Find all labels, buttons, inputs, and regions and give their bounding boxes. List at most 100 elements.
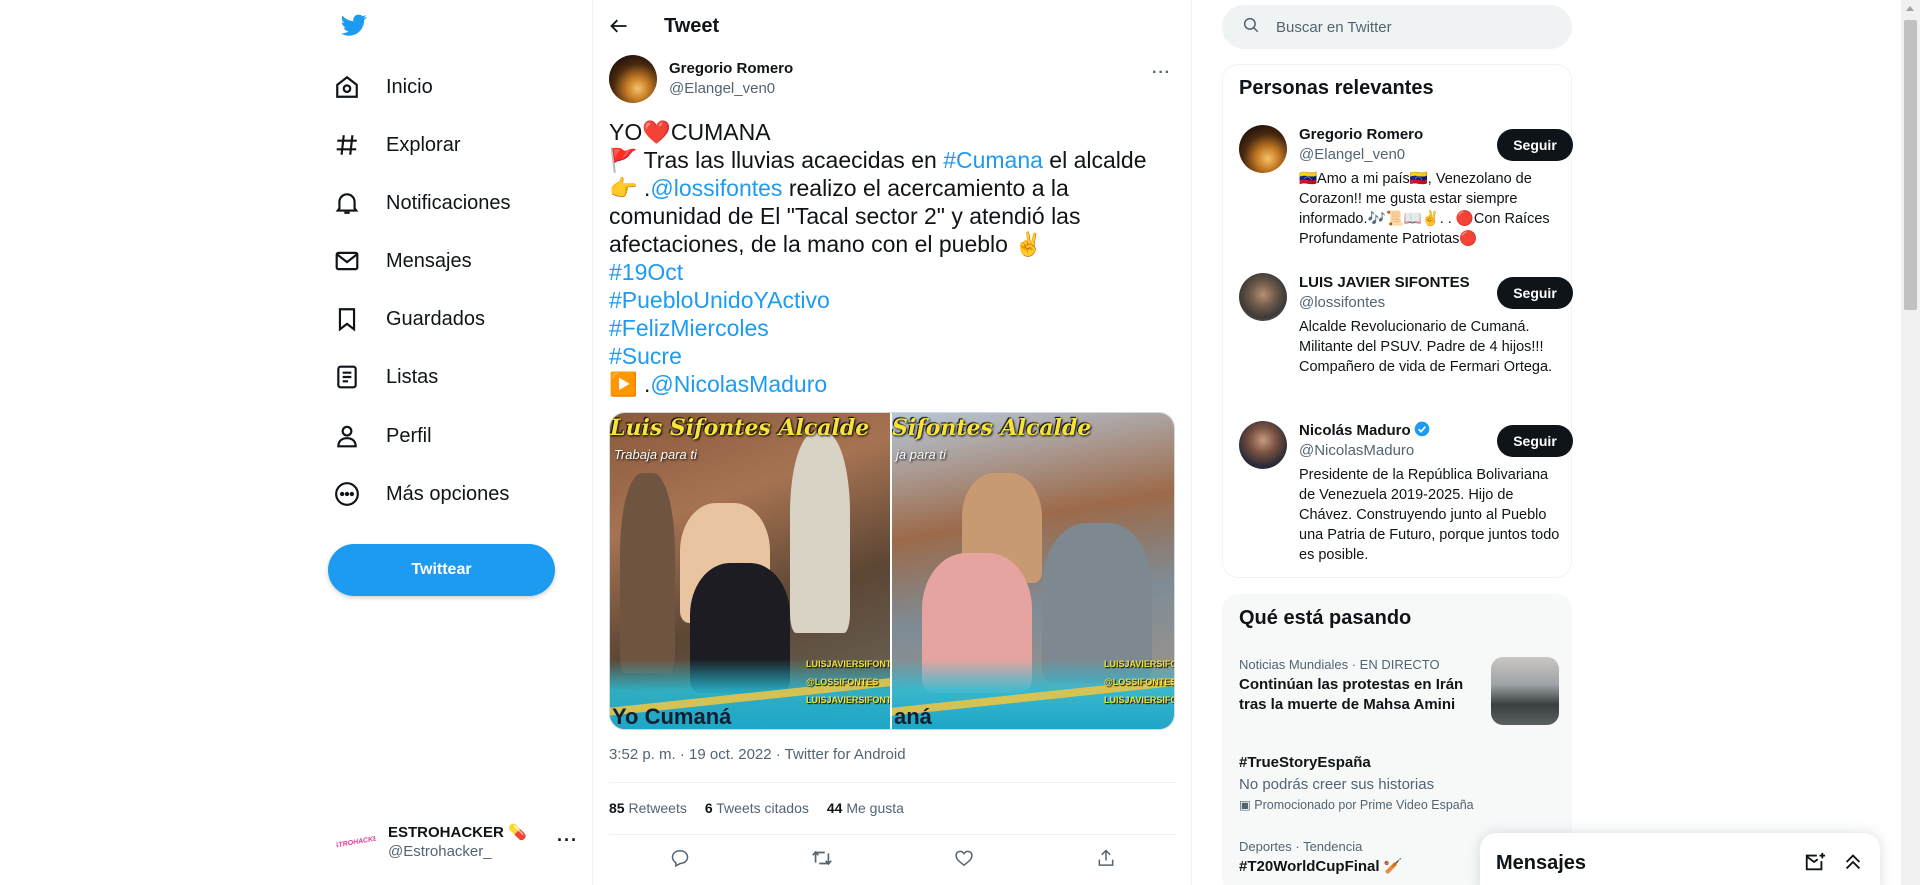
- reply-icon[interactable]: [668, 846, 692, 870]
- page-scrollbar[interactable]: [1901, 0, 1920, 885]
- person-item[interactable]: Gregorio Romero @Elangel_ven0 Seguir 🇻🇪A…: [1239, 125, 1573, 255]
- person-avatar[interactable]: [1239, 125, 1287, 173]
- author-avatar[interactable]: [609, 55, 657, 103]
- person-name-wrap[interactable]: Nicolás Maduro: [1299, 421, 1430, 443]
- hashtag-link[interactable]: #FelizMiercoles: [609, 315, 769, 341]
- nav-label: Inicio: [386, 75, 433, 98]
- tweet-author: Gregorio Romero @Elangel_ven0 ···: [609, 54, 1177, 104]
- tweet-stats: 85 Retweets 6 Tweets citados 44 Me gusta: [609, 800, 904, 816]
- yo-cumana-logo: Yo Cumaná: [612, 704, 732, 729]
- media-banner-text: Sifontes Alcalde: [892, 415, 1092, 441]
- bookmark-icon: [332, 304, 362, 334]
- account-avatar: ESTROHACKER: [332, 818, 380, 866]
- account-display-name: ESTROHACKER 💊: [388, 824, 527, 841]
- hashtag-link[interactable]: #Cumana: [943, 147, 1043, 173]
- share-icon[interactable]: [1094, 846, 1118, 870]
- search-input[interactable]: Buscar en Twitter: [1276, 19, 1392, 36]
- media-banner-text: Luis Sifontes Alcalde: [610, 415, 870, 441]
- quotes-count: 6: [704, 800, 713, 816]
- person-avatar[interactable]: [1239, 273, 1287, 321]
- person-name[interactable]: LUIS JAVIER SIFONTES: [1299, 273, 1470, 293]
- right-sidebar: Buscar en Twitter Personas relevantes Gr…: [1222, 0, 1573, 885]
- quotes-stat[interactable]: 6 Tweets citados: [705, 800, 809, 816]
- nav-item-perfil[interactable]: Perfil: [332, 411, 432, 461]
- trend-item[interactable]: Noticias Mundiales · EN DIRECTO Continúa…: [1239, 657, 1559, 725]
- media-image-left[interactable]: Luis Sifontes Alcalde Trabaja para ti Yo…: [610, 413, 892, 729]
- likes-stat[interactable]: 44 Me gusta: [827, 800, 904, 816]
- person-handle[interactable]: @NicolasMaduro: [1299, 441, 1414, 461]
- nav-item-guardados[interactable]: Guardados: [332, 294, 485, 344]
- person-item[interactable]: Nicolás Maduro @NicolasMaduro Seguir Pre…: [1239, 421, 1573, 571]
- social-handle: LUISJAVIERSIFONTES: [806, 659, 892, 669]
- person-handle[interactable]: @lossifontes: [1299, 293, 1385, 313]
- more-horizontal-icon[interactable]: ···: [557, 830, 578, 851]
- trend-title: #TrueStoryEspaña: [1239, 754, 1371, 771]
- author-username[interactable]: @Elangel_ven0: [669, 79, 793, 99]
- retweets-stat[interactable]: 85 Retweets: [609, 800, 687, 816]
- social-handle: LUISJAVIERSIFONTES: [1104, 659, 1174, 669]
- social-handle: @LOSSIFONTES: [1104, 677, 1174, 687]
- person-avatar[interactable]: [1239, 421, 1287, 469]
- hashtag-icon: [332, 130, 362, 160]
- account-switcher[interactable]: ESTROHACKER ESTROHACKER 💊 @Estrohacker_ …: [328, 812, 578, 872]
- messages-drawer[interactable]: Mensajes: [1480, 833, 1880, 885]
- nav-item-explorar[interactable]: Explorar: [332, 120, 460, 170]
- person-item[interactable]: LUIS JAVIER SIFONTES @lossifontes Seguir…: [1239, 273, 1573, 403]
- nav-label: Mensajes: [386, 249, 472, 272]
- hashtag-link[interactable]: #19Oct: [609, 259, 683, 285]
- card-title: Personas relevantes: [1239, 77, 1434, 99]
- new-message-icon[interactable]: [1804, 851, 1826, 878]
- divider: [609, 782, 1177, 783]
- retweet-icon[interactable]: [810, 846, 834, 870]
- photo-figure: [620, 473, 675, 673]
- promoted-label: ▣ Promocionado por Prime Video España: [1239, 797, 1559, 812]
- back-arrow-icon[interactable]: [609, 16, 631, 38]
- follow-button[interactable]: Seguir: [1497, 277, 1573, 309]
- follow-button[interactable]: Seguir: [1497, 425, 1573, 457]
- yo-cumana-logo: aná: [894, 704, 932, 729]
- tweet-button[interactable]: Twittear: [328, 544, 555, 596]
- follow-button[interactable]: Seguir: [1497, 129, 1573, 161]
- nav-label: Más opciones: [386, 482, 510, 505]
- tweet-line: YO❤️CUMANA: [609, 119, 771, 145]
- nav-label: Listas: [386, 365, 439, 388]
- scrollbar-thumb[interactable]: [1904, 20, 1917, 310]
- trend-item[interactable]: #TrueStoryEspaña No podrás creer sus his…: [1239, 751, 1559, 812]
- social-handle: LUISJAVIERSIFONTES: [1104, 695, 1174, 705]
- nav-item-mas-opciones[interactable]: Más opciones: [332, 469, 509, 519]
- more-options-icon[interactable]: ···: [1152, 64, 1171, 82]
- retweets-count: 85: [609, 800, 625, 816]
- list-icon: [332, 362, 362, 392]
- nav-label: Perfil: [386, 424, 432, 447]
- nav-label: Explorar: [386, 133, 461, 156]
- search-box[interactable]: Buscar en Twitter: [1222, 5, 1572, 49]
- author-display-name[interactable]: Gregorio Romero: [669, 59, 793, 79]
- tweet-timestamp[interactable]: 3:52 p. m. · 19 oct. 2022 · Twitter for …: [609, 746, 906, 763]
- tweet-media[interactable]: Luis Sifontes Alcalde Trabaja para ti Yo…: [609, 412, 1175, 730]
- nav-item-listas[interactable]: Listas: [332, 352, 438, 402]
- tweet-line: afectaciones, de la mano con el pueblo ✌…: [609, 231, 1043, 257]
- tweet-text: YO❤️CUMANA 🚩 Tras las lluvias acaecidas …: [609, 118, 1169, 398]
- nav-item-mensajes[interactable]: Mensajes: [332, 236, 472, 286]
- relevant-people-card: Personas relevantes Gregorio Romero @Ela…: [1222, 64, 1573, 578]
- social-handles: LUISJAVIERSIFONTES @LOSSIFONTES LUISJAVI…: [1104, 655, 1174, 709]
- search-icon: [1242, 16, 1260, 39]
- mention-link[interactable]: @lossifontes: [650, 175, 782, 201]
- hashtag-link[interactable]: #Sucre: [609, 343, 682, 369]
- scroll-up-arrow-icon[interactable]: [1906, 6, 1914, 11]
- person-handle[interactable]: @Elangel_ven0: [1299, 145, 1405, 165]
- mention-link[interactable]: @NicolasMaduro: [650, 371, 827, 397]
- likes-count: 44: [826, 800, 843, 816]
- tweet-actions: [609, 846, 1177, 870]
- more-circle-icon: [332, 479, 362, 509]
- nav-item-inicio[interactable]: Inicio: [332, 62, 433, 112]
- nav-item-notificaciones[interactable]: Notificaciones: [332, 178, 511, 228]
- like-heart-icon[interactable]: [952, 846, 976, 870]
- tweet-line: 🚩 Tras las lluvias acaecidas en: [609, 147, 944, 173]
- media-image-right[interactable]: Sifontes Alcalde ja para ti aná LUISJAVI…: [892, 413, 1174, 729]
- twitter-logo-icon[interactable]: [339, 12, 373, 42]
- collapse-up-icon[interactable]: [1842, 851, 1864, 878]
- person-bio: 🇻🇪Amo a mi país🇻🇪, Venezolano de Corazon…: [1299, 171, 1550, 247]
- person-name[interactable]: Gregorio Romero: [1299, 125, 1423, 145]
- hashtag-link[interactable]: #PuebloUnidoYActivo: [609, 287, 830, 313]
